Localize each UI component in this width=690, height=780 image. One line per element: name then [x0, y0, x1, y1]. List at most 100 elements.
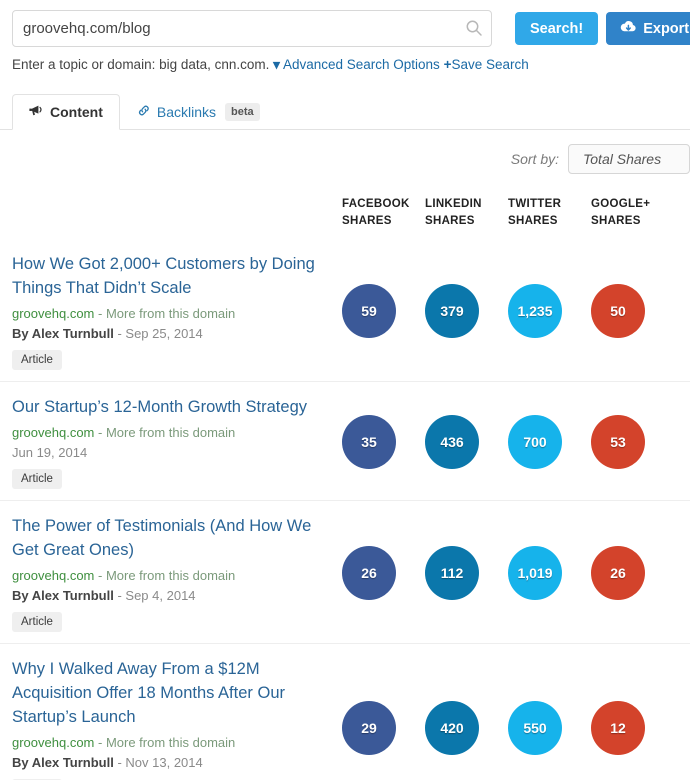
result-info: How We Got 2,000+ Customers by Doing Thi… [0, 252, 342, 370]
share-cell-facebook: 29 [342, 701, 425, 755]
result-domain-line: groovehq.com - More from this domain [12, 423, 336, 443]
result-share-counts: 35 436 700 53 [342, 415, 690, 469]
share-bubble-linkedin: 112 [425, 546, 479, 600]
share-cell-google: 50 [591, 284, 674, 338]
result-author: By Alex Turnbull [12, 755, 114, 770]
share-bubble-linkedin: 420 [425, 701, 479, 755]
sort-controls: Sort by: Total Shares [0, 130, 690, 174]
result-date: - Nov 13, 2014 [117, 755, 203, 770]
result-domain-link[interactable]: groovehq.com [12, 306, 94, 321]
result-row: Why I Walked Away From a $12M Acquisitio… [0, 643, 690, 780]
result-type-badge: Article [12, 350, 62, 370]
share-column-headers: FACEBOOK SHARES LINKEDIN SHARES TWITTER … [0, 174, 690, 230]
result-domain-link[interactable]: groovehq.com [12, 568, 94, 583]
share-bubble-google: 12 [591, 701, 645, 755]
export-button[interactable]: Export [606, 12, 690, 45]
share-cell-linkedin: 420 [425, 701, 508, 755]
result-byline: By Alex Turnbull - Sep 25, 2014 [12, 324, 336, 344]
result-row: Our Startup’s 12-Month Growth Strategy gr… [0, 381, 690, 500]
result-domain-line: groovehq.com - More from this domain [12, 304, 336, 324]
result-domain-line: groovehq.com - More from this domain [12, 733, 336, 753]
tab-content-label: Content [50, 104, 103, 120]
share-bubble-facebook: 59 [342, 284, 396, 338]
search-input[interactable] [12, 10, 492, 47]
link-icon [137, 104, 151, 120]
result-date: - Sep 25, 2014 [117, 326, 203, 341]
result-byline: By Alex Turnbull - Sep 4, 2014 [12, 586, 336, 606]
sort-by-select[interactable]: Total Shares [568, 144, 690, 174]
search-hint: Enter a topic or domain: big data, cnn.c… [0, 47, 690, 73]
result-type-badge: Article [12, 469, 62, 489]
share-bubble-google: 53 [591, 415, 645, 469]
result-domain-link[interactable]: groovehq.com [12, 735, 94, 750]
share-bubble-twitter: 1,019 [508, 546, 562, 600]
result-share-counts: 26 112 1,019 26 [342, 546, 690, 600]
share-cell-linkedin: 112 [425, 546, 508, 600]
tab-backlinks[interactable]: Backlinks beta [120, 94, 277, 130]
share-cell-facebook: 59 [342, 284, 425, 338]
export-button-label: Export [643, 20, 690, 37]
result-share-counts: 59 379 1,235 50 [342, 284, 690, 338]
more-from-domain-link[interactable]: - More from this domain [98, 306, 235, 321]
save-search-link[interactable]: Save Search [451, 57, 528, 72]
share-bubble-facebook: 26 [342, 546, 396, 600]
share-bubble-facebook: 35 [342, 415, 396, 469]
share-cell-linkedin: 436 [425, 415, 508, 469]
result-title-link[interactable]: The Power of Testimonials (And How We Ge… [12, 514, 336, 562]
result-domain-link[interactable]: groovehq.com [12, 425, 94, 440]
share-bubble-google: 50 [591, 284, 645, 338]
column-header-facebook-line1: FACEBOOK [342, 198, 410, 210]
result-title-link[interactable]: How We Got 2,000+ Customers by Doing Thi… [12, 252, 336, 300]
share-bubble-linkedin: 379 [425, 284, 479, 338]
share-cell-google: 12 [591, 701, 674, 755]
share-bubble-twitter: 550 [508, 701, 562, 755]
column-header-twitter-line2: SHARES [508, 215, 558, 227]
share-cell-facebook: 35 [342, 415, 425, 469]
search-hint-text: Enter a topic or domain: big data, cnn.c… [12, 57, 270, 72]
result-type-badge: Article [12, 612, 62, 632]
share-cell-twitter: 1,235 [508, 284, 591, 338]
column-header-googleplus-line1: GOOGLE+ [591, 198, 651, 210]
result-info: Our Startup’s 12-Month Growth Strategy gr… [0, 395, 342, 489]
more-from-domain-link[interactable]: - More from this domain [98, 568, 235, 583]
column-header-twitter: TWITTER SHARES [508, 196, 591, 230]
search-button-label: Search! [530, 20, 584, 37]
column-header-googleplus: GOOGLE+ SHARES [591, 196, 674, 230]
tab-strip: Content Backlinks beta [0, 94, 690, 130]
beta-badge: beta [225, 103, 260, 121]
share-cell-linkedin: 379 [425, 284, 508, 338]
result-domain-line: groovehq.com - More from this domain [12, 566, 336, 586]
search-button[interactable]: Search! [515, 12, 599, 45]
column-header-facebook-line2: SHARES [342, 215, 392, 227]
more-from-domain-link[interactable]: - More from this domain [98, 735, 235, 750]
results-list: How We Got 2,000+ Customers by Doing Thi… [0, 239, 690, 780]
search-field-wrapper [12, 10, 492, 47]
share-cell-facebook: 26 [342, 546, 425, 600]
result-byline: Jun 19, 2014 [12, 443, 336, 463]
result-title-link[interactable]: Why I Walked Away From a $12M Acquisitio… [12, 657, 336, 729]
share-bubble-linkedin: 436 [425, 415, 479, 469]
column-header-twitter-line1: TWITTER [508, 198, 562, 210]
tab-backlinks-label: Backlinks [156, 104, 217, 120]
share-cell-twitter: 1,019 [508, 546, 591, 600]
result-info: Why I Walked Away From a $12M Acquisitio… [0, 657, 342, 780]
megaphone-icon [29, 104, 44, 120]
column-header-linkedin-line1: LINKEDIN [425, 198, 482, 210]
result-author: By Alex Turnbull [12, 588, 114, 603]
share-cell-twitter: 550 [508, 701, 591, 755]
result-share-counts: 29 420 550 12 [342, 701, 690, 755]
share-cell-twitter: 700 [508, 415, 591, 469]
more-from-domain-link[interactable]: - More from this domain [98, 425, 235, 440]
result-byline: By Alex Turnbull - Nov 13, 2014 [12, 753, 336, 773]
column-header-googleplus-line2: SHARES [591, 215, 641, 227]
share-bubble-facebook: 29 [342, 701, 396, 755]
tab-content[interactable]: Content [12, 94, 120, 130]
result-info: The Power of Testimonials (And How We Ge… [0, 514, 342, 632]
chevron-down-icon: ▾ [273, 57, 280, 72]
share-bubble-twitter: 700 [508, 415, 562, 469]
column-header-spacer [0, 196, 342, 230]
advanced-search-options-link[interactable]: Advanced Search Options [283, 57, 440, 72]
result-title-link[interactable]: Our Startup’s 12-Month Growth Strategy [12, 395, 336, 419]
share-bubble-twitter: 1,235 [508, 284, 562, 338]
result-author: By Alex Turnbull [12, 326, 114, 341]
